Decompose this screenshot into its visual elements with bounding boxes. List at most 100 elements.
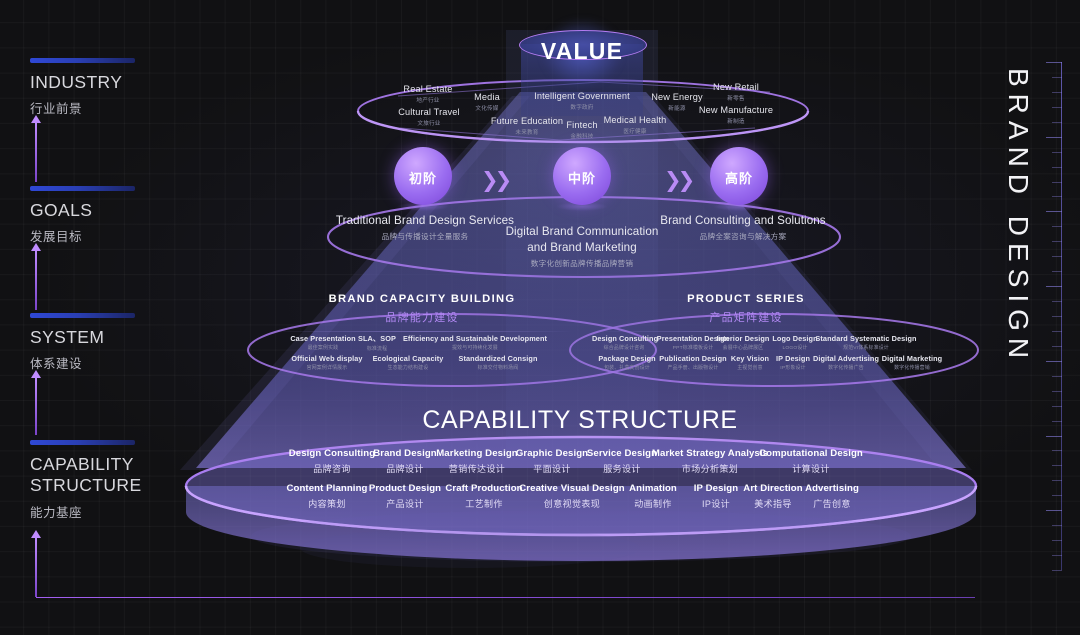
industry-item: Fintech 金融科技 (560, 120, 604, 140)
ruler-tick (1052, 375, 1062, 377)
item-cn: 广告创意 (813, 498, 851, 509)
item-en: Creative Visual Design (519, 483, 625, 494)
ruler-tick (1046, 510, 1062, 512)
divider (596, 331, 896, 332)
system-right-item: Interior Design 会展中心品牌展区 (712, 334, 774, 351)
item-cn: 美术指导 (754, 498, 792, 509)
ruler-tick (1046, 62, 1062, 63)
arrow-icon-2: ❯❯ (664, 169, 695, 192)
system-heading-cn: 品牌能力建设 (385, 312, 459, 324)
item-en: Package Design (598, 354, 656, 363)
industry-label-cn: 新制造 (727, 118, 745, 125)
item-en: Brand Design (373, 448, 437, 459)
baseline-axis (36, 597, 975, 598)
capability-title: CAPABILITY STRUCTURE (422, 406, 738, 434)
industry-item: New Manufacture 新制造 (696, 105, 776, 125)
system-left-item: Official Web display 官网案例详情展示 (286, 354, 368, 371)
goal-caption-3: Brand Consulting and Solutions 品牌全案咨询与解决… (650, 213, 836, 242)
industry-label-en: Real Estate (403, 84, 453, 94)
stage-industry: INDUSTRY 行业前景 (30, 58, 135, 117)
system-right-item: Standard Systematic Design 规范VI体系标准设计 (810, 334, 922, 351)
industry-item: Intelligent Government 数字政府 (523, 91, 641, 111)
ruler-tick (1052, 495, 1062, 497)
stage-system: SYSTEM 体系建设 (30, 313, 135, 372)
capability-item: Advertising 广告创意 (800, 483, 864, 510)
system-right-item: Design Consulting 综合品牌设计咨询 (592, 334, 658, 352)
system-right-item: IP Design IP形象设计 (771, 354, 815, 371)
stage-label-cn: 发展目标 (30, 230, 83, 245)
axis-arrow-goals (31, 243, 41, 310)
industry-label-en: Medical Health (603, 115, 667, 125)
capability-item: Creative Visual Design 创意视觉表现 (519, 483, 625, 510)
capability-item: IP Design IP设计 (688, 483, 744, 510)
item-cn: 品牌咨询 (313, 463, 351, 474)
stage-bar (30, 58, 135, 63)
item-cn: 数字化传播营销 (894, 366, 930, 372)
item-en: Key Vision (730, 354, 770, 363)
item-en: Ecological Capacity (372, 354, 444, 363)
capability-item: Product Design 产品设计 (364, 483, 446, 510)
item-en: Craft Production (445, 483, 523, 494)
item-en: Efficiency and Sustainable Development (402, 334, 548, 343)
item-cn: 生态能力结构建设 (387, 366, 429, 372)
stage-label-en: CAPABILITY STRUCTURE (30, 454, 142, 496)
system-left-heading: BRAND CAPACITY BUILDING 品牌能力建设 (272, 293, 572, 332)
item-cn: 标准交付物料场阀 (477, 366, 519, 372)
ruler-tick (1052, 345, 1062, 347)
capability-item: Content Planning 内容策划 (281, 483, 373, 510)
system-left-item: Standardized Consign 标准交付物料场阀 (455, 354, 541, 371)
ruler-tick (1052, 76, 1062, 78)
system-right-item: Publication Design 产品手册、出版物设计 (655, 354, 731, 371)
stage-label-en: GOALS (30, 200, 93, 220)
item-en: Marketing Design (436, 448, 518, 459)
ruler-tick (1052, 330, 1062, 332)
stage-capability: CAPABILITY STRUCTURE 能力基座 (30, 440, 160, 521)
ruler-tick (1052, 316, 1062, 317)
ruler-tick (1052, 390, 1062, 392)
system-left-item: Efficiency and Sustainable Development 提… (393, 334, 557, 351)
goal-orb-label: 初阶 (408, 171, 437, 186)
capability-item: Graphic Design 平面设计 (515, 448, 589, 475)
ruler-tick (1052, 256, 1062, 258)
ruler-decoration (1036, 62, 1062, 571)
system-left-item: Case Presentation 最佳案例实践 (287, 334, 359, 351)
arrow-icon-1: ❯❯ (481, 169, 512, 192)
stage-label-en: INDUSTRY (30, 72, 123, 92)
ruler-tick (1052, 241, 1062, 243)
divider (272, 331, 572, 332)
industry-label-en: Intelligent Government (534, 91, 630, 101)
goal-orb-label: 高阶 (724, 171, 753, 186)
ruler-tick (1052, 226, 1062, 228)
item-en: IP Design (775, 354, 811, 363)
value-label: VALUE (540, 38, 624, 64)
system-right-item: Digital Marketing 数字化传播营销 (879, 354, 945, 371)
page-title-vertical: BRAND DESIGN (1003, 68, 1034, 366)
item-cn: 官网案例详情展示 (306, 366, 348, 372)
item-en: Service Design (586, 448, 658, 459)
stage-bar (30, 186, 135, 191)
item-en: Official Web display (291, 354, 363, 363)
industry-label-cn: 新零售 (727, 95, 745, 102)
goal-orb-stage2: 中阶 (553, 147, 611, 205)
ruler-tick (1046, 435, 1062, 437)
item-en: Animation (629, 483, 677, 494)
item-cn: 规范VI体系标准设计 (843, 346, 889, 352)
axis-arrow-capability (31, 530, 41, 597)
item-cn: 最佳案例实践 (307, 346, 339, 352)
item-cn: 服务设计 (603, 463, 641, 474)
industry-label-en: Fintech (566, 120, 598, 130)
infographic-canvas: INDUSTRY 行业前景 GOALS 发展目标 SYSTEM 体系建设 CAP… (0, 0, 1080, 635)
item-cn: 市场分析策划 (681, 463, 739, 474)
item-en: Interior Design (716, 334, 770, 343)
industry-label-cn: 金融科技 (570, 133, 594, 140)
item-cn: 综合品牌设计咨询 (603, 346, 645, 352)
item-en: Design Consulting (288, 448, 376, 459)
item-en: Computational Design (759, 448, 863, 459)
ruler-tick (1052, 166, 1062, 168)
industry-label-en: New Retail (713, 82, 759, 92)
item-cn: 主视觉创意 (737, 366, 763, 372)
system-right-heading: PRODUCT SERIES 产品矩阵建设 (596, 293, 896, 332)
goal-caption-en: Digital Brand Communication and Brand Ma… (505, 225, 659, 254)
item-en: Standardized Consign (458, 354, 538, 363)
ruler-tick (1052, 181, 1062, 183)
